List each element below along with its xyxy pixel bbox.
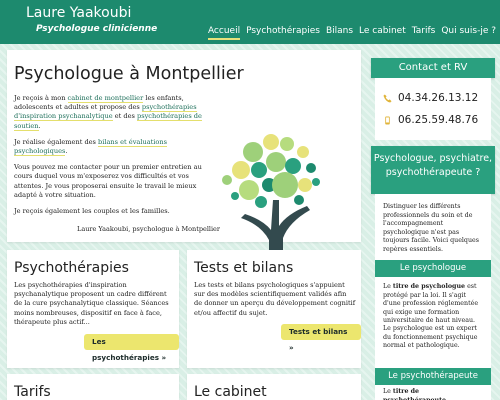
link-cabinet[interactable]: cabinet de montpellier [67,94,144,103]
main-nav: Accueil Psychothérapies Bilans Le cabine… [207,26,496,40]
hero-card: Psychologue à Montpellier Je reçois à mo… [7,50,361,290]
text-bold: titre de psychothérapeute [383,388,446,400]
psychotherapies-button[interactable]: Les psychothérapies » [84,334,179,362]
nav-item-cabinet[interactable]: Le cabinet [359,26,406,40]
psychotherapies-text: Les psychothérapies d'inspiration psycha… [14,281,169,326]
psychotherapeute-subheading: Le psychothérapeute [375,368,491,385]
psychologist-heading-line2: psychothérapeute ? [385,167,481,178]
psychotherapies-title: Psychothérapies [14,260,129,276]
text: . [38,121,41,130]
tarifs-title: Tarifs [14,384,51,400]
psychologist-heading: Psychologue, psychiatre, psychothérapeut… [371,146,495,194]
psychologue-text-2: Le psychologue est un expert du fonction… [383,325,478,350]
text: Le [383,283,393,290]
nav-item-tarifs[interactable]: Tarifs [412,26,436,40]
contact-heading: Contact et RV [371,58,495,78]
brand-name[interactable]: Laure Yaakoubi [26,5,131,21]
tree-foliage [222,134,320,208]
text: Le [383,388,393,395]
nav-item-qui-suis-je[interactable]: Qui suis-je ? [441,26,496,40]
text-bold: titre de psychologue [392,283,466,290]
tests-button[interactable]: Tests et bilans » [281,324,361,352]
psychotherapies-card: Psychothérapies Les psychothérapies d'in… [7,250,179,368]
site-header: Laure Yaakoubi Psychologue clinicienne A… [0,0,500,44]
info-intro: Distinguer les différents professionnels… [383,203,479,253]
brand-subtitle: Psychologue clinicienne [36,24,158,34]
hero-paragraph-4: Je reçois également les couples et les f… [14,207,170,216]
psychologue-subheading: Le psychologue [375,260,491,277]
psychologist-heading-line1: Psychologue, psychiatre, [373,153,493,164]
info-box: Distinguer les différents professionnels… [375,194,491,400]
psychologue-text-1: Le titre de psychologue est protégé par … [383,283,483,326]
tests-title: Tests et bilans [194,260,294,276]
tarifs-card: Tarifs [7,374,179,400]
tests-card: Tests et bilans Les tests et bilans psyc… [187,250,361,368]
text: Je réalise également des [14,137,99,146]
nav-item-psychotherapies[interactable]: Psychothérapies [246,26,320,40]
text: . [65,147,68,156]
phone-row-landline[interactable]: 04.34.26.13.12 [383,92,478,104]
signature: Laure Yaakoubi, psychologue à Montpellie… [77,225,221,233]
hero-text: Je reçois à mon cabinet de montpellier l… [14,94,209,223]
phones-box: 04.34.26.13.12 06.25.59.48.76 [375,78,491,140]
hero-paragraph-2: Je réalise également des bilans et évalu… [14,137,209,157]
phone-number-1[interactable]: 04.34.26.13.12 [398,92,478,104]
psychotherapeute-text: Le titre de psychothérapeute [383,388,483,400]
text: Je reçois à mon [14,94,68,102]
text: et des [112,112,137,121]
tests-text: Les tests et bilans psychologiques s'app… [194,281,356,317]
phone-icon [383,93,392,103]
mobile-icon [385,115,390,125]
phone-row-mobile[interactable]: 06.25.59.48.76 [383,114,478,126]
nav-item-accueil[interactable]: Accueil [207,26,241,40]
page-title: Psychologue à Montpellier [14,64,244,84]
cabinet-title: Le cabinet [194,384,267,400]
phone-number-2[interactable]: 06.25.59.48.76 [398,114,478,126]
cabinet-card: Le cabinet [187,374,361,400]
hero-paragraph-3: Vous pouvez me contacter pour un premier… [14,163,202,199]
nav-item-bilans[interactable]: Bilans [326,26,353,40]
hero-paragraph-1: Je reçois à mon cabinet de montpellier l… [14,94,209,131]
